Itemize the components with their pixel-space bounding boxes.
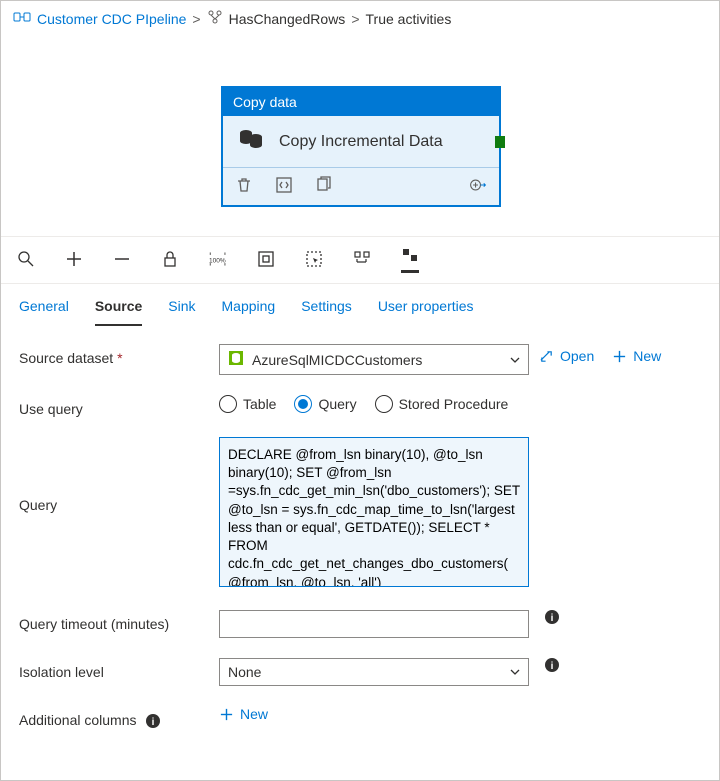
add-output-icon[interactable] xyxy=(469,176,487,197)
breadcrumb-sep-2: > xyxy=(351,11,359,27)
activity-success-port[interactable] xyxy=(495,136,505,148)
copy-activity-node[interactable]: Copy data Copy Incremental Data xyxy=(221,86,501,207)
chevron-down-icon xyxy=(510,667,520,677)
radio-query[interactable]: Query xyxy=(294,395,356,413)
svg-text:100%: 100% xyxy=(209,257,226,264)
radio-stored-procedure[interactable]: Stored Procedure xyxy=(375,395,509,413)
radio-table[interactable]: Table xyxy=(219,395,276,413)
clone-icon[interactable] xyxy=(315,176,333,197)
isolation-select[interactable]: None xyxy=(219,658,529,686)
timeout-input[interactable] xyxy=(219,610,529,638)
source-form: Source dataset * AzureSqlMICDCCustomers … xyxy=(1,326,719,736)
tab-sink[interactable]: Sink xyxy=(168,298,195,326)
breadcrumb-sep-1: > xyxy=(192,11,200,27)
source-dataset-label: Source dataset * xyxy=(19,344,209,366)
lock-icon[interactable] xyxy=(161,250,179,271)
isolation-value: None xyxy=(228,664,261,680)
info-icon[interactable]: i xyxy=(545,658,559,672)
svg-text:i: i xyxy=(152,717,155,728)
sql-dataset-icon xyxy=(228,350,244,369)
layout-icon[interactable] xyxy=(401,247,419,273)
properties-tabs: General Source Sink Mapping Settings User pro… xyxy=(1,284,719,326)
search-icon[interactable] xyxy=(17,250,35,271)
tab-source[interactable]: Source xyxy=(95,298,142,326)
tab-settings[interactable]: Settings xyxy=(301,298,352,326)
zoom-in-icon[interactable] xyxy=(65,250,83,271)
activity-name: Copy Incremental Data xyxy=(279,133,443,151)
delete-icon[interactable] xyxy=(235,176,253,197)
info-icon[interactable]: i xyxy=(545,610,559,624)
breadcrumb-mid: HasChangedRows xyxy=(229,11,346,27)
use-query-radio-group: Table Query Stored Procedure xyxy=(219,395,529,413)
timeout-label: Query timeout (minutes) xyxy=(19,610,209,632)
breadcrumb: Customer CDC PIpeline > HasChangedRows >… xyxy=(1,1,719,36)
zoom-out-icon[interactable] xyxy=(113,250,131,271)
open-dataset-button[interactable]: Open xyxy=(539,348,594,364)
zoom-reset-icon[interactable]: 100% xyxy=(209,250,227,271)
additional-columns-label: Additional columns i xyxy=(19,706,209,728)
breadcrumb-leaf: True activities xyxy=(366,11,452,27)
pipeline-canvas[interactable]: Copy data Copy Incremental Data xyxy=(1,36,719,236)
source-dataset-select[interactable]: AzureSqlMICDCCustomers xyxy=(219,344,529,375)
isolation-label: Isolation level xyxy=(19,658,209,680)
tab-user-properties[interactable]: User properties xyxy=(378,298,474,326)
svg-text:i: i xyxy=(551,661,554,672)
tab-general[interactable]: General xyxy=(19,298,69,326)
canvas-toolbar: 100% xyxy=(1,236,719,284)
add-column-button[interactable]: New xyxy=(219,706,529,722)
code-icon[interactable] xyxy=(275,176,293,197)
select-icon[interactable] xyxy=(305,250,323,271)
chevron-down-icon xyxy=(510,355,520,365)
database-copy-icon xyxy=(237,128,265,155)
source-dataset-value: AzureSqlMICDCCustomers xyxy=(252,352,422,368)
breadcrumb-root-link[interactable]: Customer CDC PIpeline xyxy=(37,11,186,27)
if-icon xyxy=(207,9,223,28)
use-query-label: Use query xyxy=(19,395,209,417)
query-textarea[interactable] xyxy=(219,437,529,587)
pipeline-icon xyxy=(13,10,31,27)
tab-mapping[interactable]: Mapping xyxy=(222,298,276,326)
new-dataset-button[interactable]: New xyxy=(612,348,661,364)
info-icon[interactable]: i xyxy=(146,714,160,728)
align-icon[interactable] xyxy=(353,250,371,271)
zoom-fit-icon[interactable] xyxy=(257,250,275,271)
query-label: Query xyxy=(19,437,209,513)
activity-type-label: Copy data xyxy=(223,88,499,116)
svg-text:i: i xyxy=(551,613,554,624)
